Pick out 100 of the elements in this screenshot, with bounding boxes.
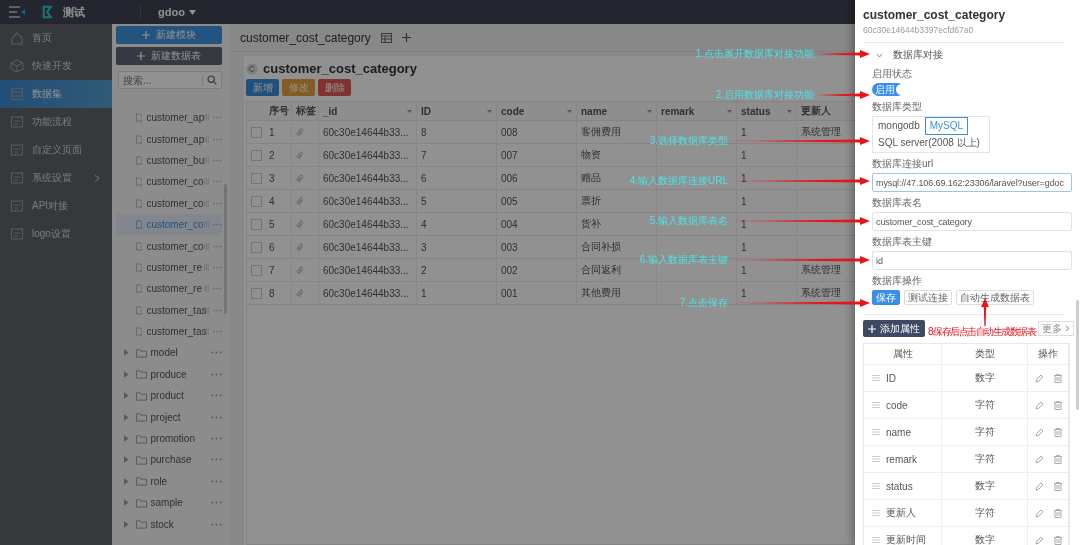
annotation-text: 4.输入数据库连接URL — [629, 175, 728, 187]
nav-item[interactable]: API对接 — [0, 192, 112, 220]
add-icon[interactable] — [401, 33, 411, 42]
input-field[interactable]: mysql://47.106.69.162:23306/laravel?user=gdoc — [872, 173, 1072, 192]
paperclip-icon[interactable] — [296, 196, 303, 206]
row-checkbox[interactable] — [250, 264, 262, 276]
new-button[interactable]: 新建模块 — [116, 26, 222, 44]
more-button[interactable]: 更多 — [1038, 321, 1074, 336]
new-button[interactable]: 新建数据表 — [116, 47, 222, 65]
chevron-icon — [876, 51, 883, 59]
edit-icon[interactable] — [1034, 481, 1044, 491]
paperclip-icon[interactable] — [296, 242, 303, 252]
tree-item[interactable]: customer_tas — [116, 299, 222, 321]
drag-handle-icon[interactable] — [872, 483, 880, 489]
edit-icon[interactable] — [1034, 427, 1044, 437]
row-checkbox[interactable] — [250, 126, 262, 138]
table-cell: 1 — [741, 126, 747, 138]
operation-button[interactable]: 自动生成数据表 — [956, 290, 1034, 305]
tree-item[interactable]: stock — [116, 513, 222, 535]
row-checkbox[interactable] — [250, 218, 262, 230]
filter-icon[interactable] — [567, 109, 572, 113]
tree-item[interactable]: customer_re — [116, 278, 222, 300]
input-field[interactable]: id — [872, 251, 1072, 270]
action-button[interactable]: 删除 — [318, 79, 351, 96]
row-checkbox[interactable] — [250, 195, 262, 207]
nav-item[interactable]: 数据集 — [0, 80, 112, 108]
paperclip-icon[interactable] — [296, 127, 303, 137]
tree-item[interactable]: project — [116, 406, 222, 428]
edit-icon[interactable] — [1034, 535, 1044, 545]
table-icon[interactable] — [380, 32, 392, 43]
tree-item[interactable]: produce — [116, 363, 222, 386]
action-button[interactable]: 新增 — [246, 79, 279, 96]
trash-icon[interactable] — [1053, 454, 1062, 464]
input-field[interactable]: customer_cost_category — [872, 212, 1072, 231]
paperclip-icon[interactable] — [296, 150, 303, 160]
trash-icon[interactable] — [1053, 373, 1062, 383]
annotation-text: 6.输入数据库表主键 — [639, 254, 728, 266]
menu-icon[interactable] — [9, 6, 25, 18]
edit-icon[interactable] — [1034, 508, 1044, 518]
drag-handle-icon[interactable] — [872, 456, 880, 462]
edit-icon[interactable] — [1034, 373, 1044, 383]
filter-icon[interactable] — [787, 109, 792, 113]
row-checkbox[interactable] — [250, 241, 262, 253]
tree-item[interactable]: customer_tas — [116, 320, 222, 343]
search-icon — [207, 75, 217, 85]
drag-handle-icon[interactable] — [872, 429, 880, 435]
trash-icon[interactable] — [1053, 427, 1062, 437]
tree-item[interactable]: model — [116, 342, 222, 364]
paperclip-icon[interactable] — [296, 219, 303, 229]
section-header[interactable]: 数据库对接 — [876, 47, 943, 63]
tree-item[interactable]: customer_co — [116, 235, 222, 257]
operation-button[interactable]: 测试连接 — [904, 290, 952, 305]
filter-icon[interactable] — [407, 109, 412, 113]
drag-handle-icon[interactable] — [872, 375, 880, 381]
paperclip-icon[interactable] — [296, 265, 303, 275]
add-attribute-button[interactable]: 添加属性 — [863, 320, 925, 337]
tree-item[interactable]: customer_re — [116, 256, 222, 279]
row-checkbox[interactable] — [250, 172, 262, 184]
paperclip-icon[interactable] — [296, 173, 303, 183]
toggle-switch[interactable]: 启用 — [872, 83, 904, 96]
tree-item[interactable]: customer_ap — [116, 107, 222, 129]
table-cell: 8 — [421, 126, 427, 138]
drag-handle-icon[interactable] — [872, 537, 880, 543]
operation-button[interactable]: 保存 — [872, 290, 900, 305]
tree-item[interactable]: customer_co — [116, 171, 222, 193]
columns-icon — [204, 262, 210, 272]
edit-icon[interactable] — [1034, 454, 1044, 464]
tree-item[interactable]: role — [116, 470, 222, 493]
tree-item[interactable]: customer_co — [116, 213, 222, 236]
filter-icon[interactable] — [647, 109, 652, 113]
tree-item[interactable]: purchase — [116, 449, 222, 471]
drag-handle-icon[interactable] — [872, 510, 880, 516]
row-checkbox[interactable] — [250, 149, 262, 161]
table-cell: 票折 — [581, 194, 601, 208]
trash-icon[interactable] — [1053, 481, 1062, 491]
drawer-title: customer_cost_category — [863, 8, 1007, 22]
filter-icon[interactable] — [487, 109, 492, 113]
row-checkbox[interactable] — [250, 287, 262, 299]
file-icon — [136, 283, 143, 295]
nav-item[interactable]: 首页 — [0, 24, 112, 52]
tree-item[interactable]: promotion — [116, 427, 222, 450]
table-cell: remark — [886, 453, 918, 465]
project-dropdown[interactable]: gdoo — [158, 6, 196, 18]
trash-icon[interactable] — [1053, 400, 1062, 410]
search-field[interactable]: 搜索... — [118, 71, 222, 89]
drag-handle-icon[interactable] — [872, 402, 880, 408]
filter-icon[interactable] — [727, 109, 732, 113]
paperclip-icon[interactable] — [296, 288, 303, 298]
tree-item[interactable]: product — [116, 385, 222, 407]
tree-item[interactable]: sample — [116, 492, 222, 514]
radio-button[interactable]: MySQL — [924, 117, 969, 135]
edit-icon[interactable] — [1034, 400, 1044, 410]
nav-item[interactable]: 快速开发 — [0, 52, 112, 80]
trash-icon[interactable] — [1053, 535, 1062, 545]
page-tab[interactable]: customer_cost_category — [240, 30, 371, 45]
tree-item[interactable]: customer_bu — [116, 149, 222, 172]
tree-item[interactable]: customer_co — [116, 192, 222, 214]
refresh-icon[interactable] — [246, 62, 258, 75]
tree-item[interactable]: customer_ap — [116, 128, 222, 150]
trash-icon[interactable] — [1053, 508, 1062, 518]
